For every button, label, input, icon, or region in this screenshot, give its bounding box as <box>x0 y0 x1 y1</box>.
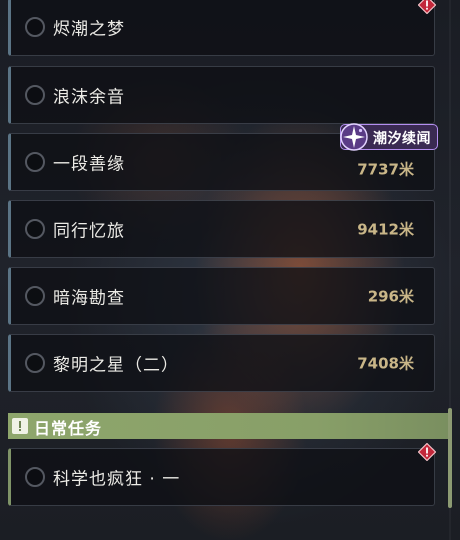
daily-quests-header[interactable]: 日常任务 <box>8 413 448 439</box>
quest-title: 科学也疯狂 · 一 <box>53 469 181 490</box>
quest-select-radio[interactable] <box>25 286 45 306</box>
quest-item[interactable]: 同行忆旅 9412米 <box>8 200 435 258</box>
quest-select-radio[interactable] <box>25 17 45 37</box>
quest-distance: 7408米 <box>357 354 414 373</box>
tide-sequel-badge: 潮汐续闻 <box>340 123 438 151</box>
diamond-alert-icon <box>418 443 436 461</box>
sparkle-badge-icon <box>340 123 368 151</box>
quest-title: 烬潮之梦 <box>53 19 125 40</box>
quest-title: 浪沫余音 <box>53 87 125 108</box>
quest-title: 一段善缘 <box>53 154 125 175</box>
quest-select-radio[interactable] <box>25 85 45 105</box>
quest-title: 暗海勘查 <box>53 288 125 309</box>
quest-item[interactable]: 浪沫余音 <box>8 66 435 124</box>
quest-distance: 296米 <box>367 287 414 306</box>
section-title: 日常任务 <box>34 419 103 438</box>
quest-select-radio[interactable] <box>25 467 45 487</box>
scrollbar-thumb[interactable] <box>448 408 452 508</box>
quest-item[interactable]: 烬潮之梦 <box>8 0 435 56</box>
quest-select-radio[interactable] <box>25 152 45 172</box>
quest-select-radio[interactable] <box>25 219 45 239</box>
badge-label: 潮汐续闻 <box>373 131 431 147</box>
quest-distance: 9412米 <box>357 220 414 239</box>
quest-item[interactable]: 黎明之星（二） 7408米 <box>8 334 435 392</box>
quest-item[interactable]: 暗海勘查 296米 <box>8 267 435 325</box>
quest-distance: 7737米 <box>357 160 414 179</box>
exclamation-icon <box>12 418 28 434</box>
quest-title: 黎明之星（二） <box>53 355 179 376</box>
daily-quest-item[interactable]: 科学也疯狂 · 一 <box>8 448 435 506</box>
diamond-alert-icon <box>418 0 436 14</box>
quest-title: 同行忆旅 <box>53 221 125 242</box>
quest-select-radio[interactable] <box>25 353 45 373</box>
